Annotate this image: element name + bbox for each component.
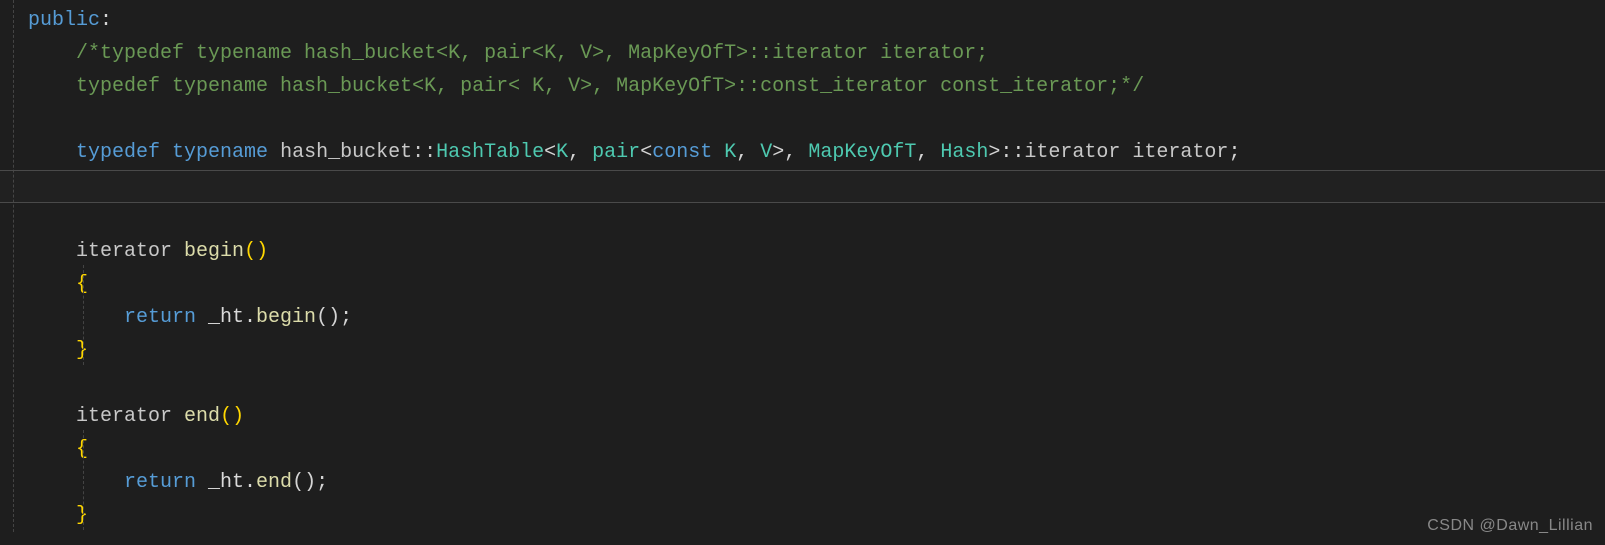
code-line-empty [28, 367, 1605, 400]
function-name: begin [184, 240, 244, 263]
code-line: return _ht.end(); [28, 466, 1605, 499]
code-line: typedef typename hash_bucket<K, pair< K,… [28, 70, 1605, 103]
code-line: iterator end() [28, 400, 1605, 433]
code-editor[interactable]: public: /*typedef typename hash_bucket<K… [0, 0, 1605, 532]
watermark-text: CSDN @Dawn_Lillian [1427, 513, 1593, 539]
keyword-typename: typename [172, 141, 268, 164]
function-call: end [256, 471, 292, 494]
keyword-public: public [28, 9, 100, 32]
code-line-empty [28, 202, 1605, 235]
code-line: { [28, 268, 1605, 301]
code-line: typedef typename hash_bucket::HashTable<… [28, 136, 1605, 169]
keyword-return: return [124, 306, 196, 329]
code-line: return _ht.begin(); [28, 301, 1605, 334]
code-line: iterator begin() [28, 235, 1605, 268]
comment-text: typedef typename hash_bucket<K, pair< K,… [76, 75, 1144, 98]
code-line-empty [28, 103, 1605, 136]
code-line: /*typedef typename hash_bucket<K, pair<K… [28, 37, 1605, 70]
type-name: HashTable [436, 141, 544, 164]
keyword-return: return [124, 471, 196, 494]
keyword-typedef: typedef [76, 141, 160, 164]
function-call: begin [256, 306, 316, 329]
code-line: } [28, 334, 1605, 367]
code-line: } [28, 499, 1605, 532]
indent-guide [83, 265, 84, 365]
indent-guide [13, 0, 14, 532]
code-line: public: [28, 4, 1605, 37]
code-line-empty [28, 169, 1605, 202]
function-name: end [184, 405, 220, 428]
namespace-text: hash_bucket:: [268, 141, 436, 164]
indent-guide [83, 430, 84, 530]
keyword-const: const [652, 141, 712, 164]
comment-text: /*typedef typename hash_bucket<K, pair<K… [76, 42, 988, 65]
code-line: { [28, 433, 1605, 466]
